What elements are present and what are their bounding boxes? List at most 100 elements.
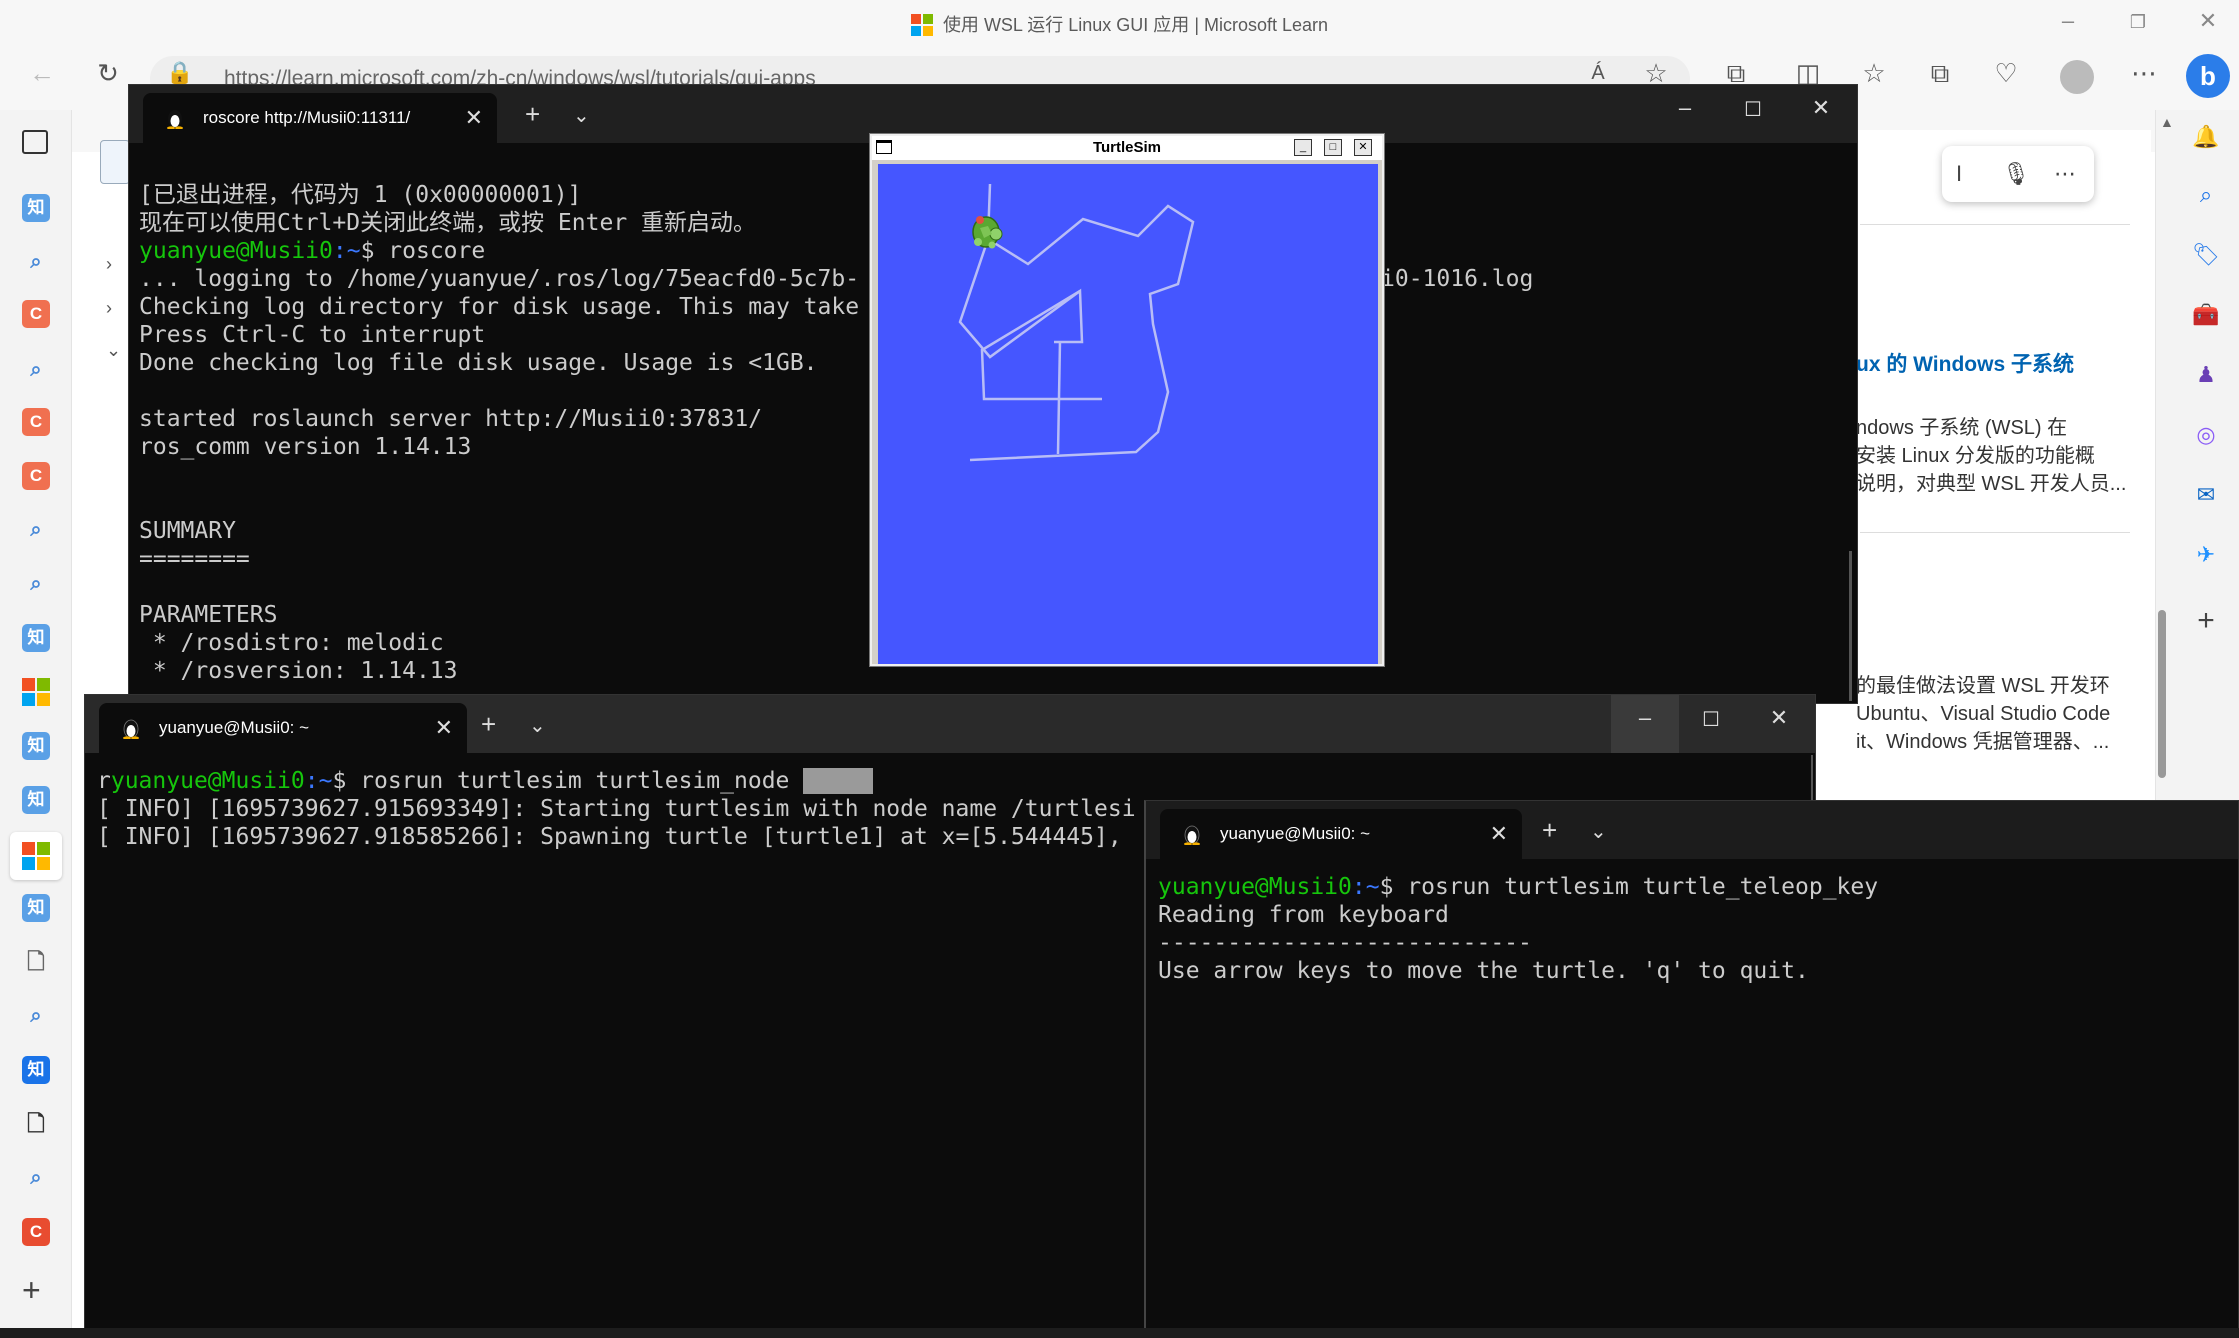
expand-chevron-icon[interactable]: › [106,254,112,275]
sidebar-tab-csdn[interactable]: C [22,408,50,436]
terminal-line: * /rosversion: 1.14.13 [139,658,458,684]
terminal-line: ... logging to /home/yuanyue/.ros/log/75… [139,266,860,292]
minimize-icon[interactable]: – [1655,95,1715,121]
games-icon[interactable]: ♟ [2191,360,2221,390]
sidebar-tab-document[interactable]: 🗋 [22,1110,50,1138]
sidebar-tab-search[interactable]: ⌕ [22,356,50,384]
terminal-tab-node[interactable]: yuanyue@Musii0: ~ ✕ [99,703,467,753]
prompt-command: $ roscore [360,238,486,264]
minimize-icon[interactable]: – [2048,8,2088,34]
collections-icon[interactable]: ⧉ [1920,58,1960,90]
sidebar-tab-zhihu[interactable]: 知 [22,624,50,652]
microsoft365-icon[interactable]: ◎ [2191,420,2221,450]
terminal-line: Press Ctrl-C to interrupt [139,322,486,348]
close-icon[interactable]: ✕ [1749,705,1809,731]
terminal-line: ======== [139,546,250,572]
linux-penguin-icon [123,719,139,739]
article-link[interactable]: ux 的 Windows 子系统 [1856,348,2074,378]
text-selection [803,768,873,794]
windows-logo-icon [910,14,933,36]
prompt-prefix: r [97,768,111,794]
dropdown-chevron-icon[interactable]: ⌄ [529,713,546,738]
search-icon[interactable]: ⌕ [2191,180,2221,210]
new-tab-icon[interactable]: + [22,1272,41,1309]
more-options-icon[interactable]: ⋯ [2124,58,2164,89]
page-filter-box[interactable] [100,140,130,184]
close-tab-icon[interactable]: ✕ [1490,809,1508,859]
read-aloud-icon[interactable]: Á [1578,62,1618,85]
maximize-icon[interactable]: □ [1324,139,1342,156]
terminal-prompt: yuanyue@Musii0:~$ roscore [139,237,485,265]
send-icon[interactable]: ✈ [2191,540,2221,570]
sidebar-tab-search[interactable]: ⌕ [22,248,50,276]
sidebar-tab-microsoft[interactable] [22,678,50,706]
sidebar-tab-search[interactable]: ⌕ [22,516,50,544]
lock-icon[interactable]: 🔒 [160,60,200,86]
terminal-line: [ INFO] [1695739627.918585266]: Spawning… [97,824,1122,850]
sidebar-tab-zhihu[interactable]: 知 [22,786,50,814]
tools-icon[interactable]: 🧰 [2191,300,2221,330]
more-icon[interactable]: ⋯ [2054,146,2076,202]
minimize-icon[interactable]: _ [1294,139,1312,156]
sidebar-tab-search[interactable]: ⌕ [22,1164,50,1192]
restore-icon[interactable]: ❐ [2118,12,2158,33]
sidebar-tab-csdn[interactable]: C [22,300,50,328]
close-tab-icon[interactable]: ✕ [435,703,453,753]
close-tab-icon[interactable]: ✕ [465,93,483,143]
minimize-icon[interactable]: – [1615,705,1675,731]
sidebar-tab-zhihu[interactable]: 知 [22,894,50,922]
dropdown-chevron-icon[interactable]: ⌄ [1590,819,1607,844]
new-tab-plus-icon[interactable]: + [525,99,540,130]
turtle-trail [980,289,1102,401]
prompt-path: :~ [332,238,361,264]
back-icon[interactable]: ← [22,58,62,89]
terminal-line: 现在可以使用Ctrl+D关闭此终端，或按 Enter 重新启动。 [139,210,757,236]
text-cursor-icon[interactable]: I [1956,146,1962,202]
new-tab-plus-icon[interactable]: + [1542,815,1557,846]
close-icon[interactable]: ✕ [1791,95,1851,121]
terminal-line: Done checking log file disk usage. Usage… [139,350,818,376]
sidebar-tab-zhihu[interactable]: 知 [22,194,50,222]
terminal-tab-teleop[interactable]: yuanyue@Musii0: ~ ✕ [1160,809,1522,859]
sidebar-tab-csdn[interactable]: C [22,1218,50,1246]
terminal-line: [已退出进程，代码为 1 (0x00000001)] [139,182,582,208]
profile-avatar[interactable] [2060,60,2094,94]
dropdown-chevron-icon[interactable]: ⌄ [573,103,590,128]
sidebar-tab-search[interactable]: ⌕ [22,570,50,598]
terminal-line: --------------------------- [1158,930,1532,956]
sidebar-tab-document[interactable]: 🗋 [22,948,50,976]
maximize-icon[interactable]: ☐ [1681,707,1741,732]
favorites-icon[interactable]: ☆ [1854,58,1894,89]
outlook-icon[interactable]: ✉ [2191,480,2221,510]
voice-input-toolbar: I 🎙 ⋯ [1942,146,2094,202]
scrollbar-thumb[interactable] [2158,610,2166,778]
close-icon[interactable]: ✕ [1354,139,1372,156]
prompt-user: yuanyue@Musii0 [110,768,305,794]
shopping-tag-icon[interactable]: 🏷 [2191,240,2221,270]
close-icon[interactable]: ✕ [2188,8,2228,34]
sidebar-tab-csdn[interactable]: C [22,462,50,490]
notification-bell-icon[interactable]: 🔔 [2191,122,2221,152]
sidebar-tab-zhihu[interactable]: 知 [22,1056,50,1084]
expand-chevron-icon[interactable]: › [106,298,112,319]
terminal-window-teleop: yuanyue@Musii0: ~ ✕ + ⌄ yuanyue@Musii0:~… [1144,800,2239,1330]
sidebar-tab-microsoft-active[interactable] [22,842,50,870]
sidebar-tab-zhihu[interactable]: 知 [22,732,50,760]
new-tab-plus-icon[interactable]: + [481,709,496,740]
maximize-icon[interactable]: ☐ [1723,97,1783,122]
tab-actions-icon[interactable] [22,130,48,154]
bing-copilot-icon[interactable]: b [2186,54,2230,98]
terminal-tab-roscore[interactable]: roscore http://Musii0:11311/ ✕ [143,93,497,143]
sidebar-tab-search[interactable]: ⌕ [22,1002,50,1030]
turtlesim-title: TurtleSim [1092,139,1162,156]
turtle-path-drawing [958,183,1195,462]
add-sidebar-app-icon[interactable]: + [2191,606,2221,636]
refresh-icon[interactable]: ↻ [88,58,128,89]
browser-essentials-icon[interactable]: ♡ [1986,58,2026,89]
collapse-chevron-icon[interactable]: ⌄ [106,340,121,361]
prompt-path: :~ [304,768,333,794]
microphone-icon[interactable]: 🎙 [2002,146,2030,202]
window-menu-icon[interactable] [876,140,892,154]
scroll-up-arrow-icon[interactable]: ▲ [2160,114,2174,130]
terminal-scrollbar[interactable] [1849,551,1852,701]
